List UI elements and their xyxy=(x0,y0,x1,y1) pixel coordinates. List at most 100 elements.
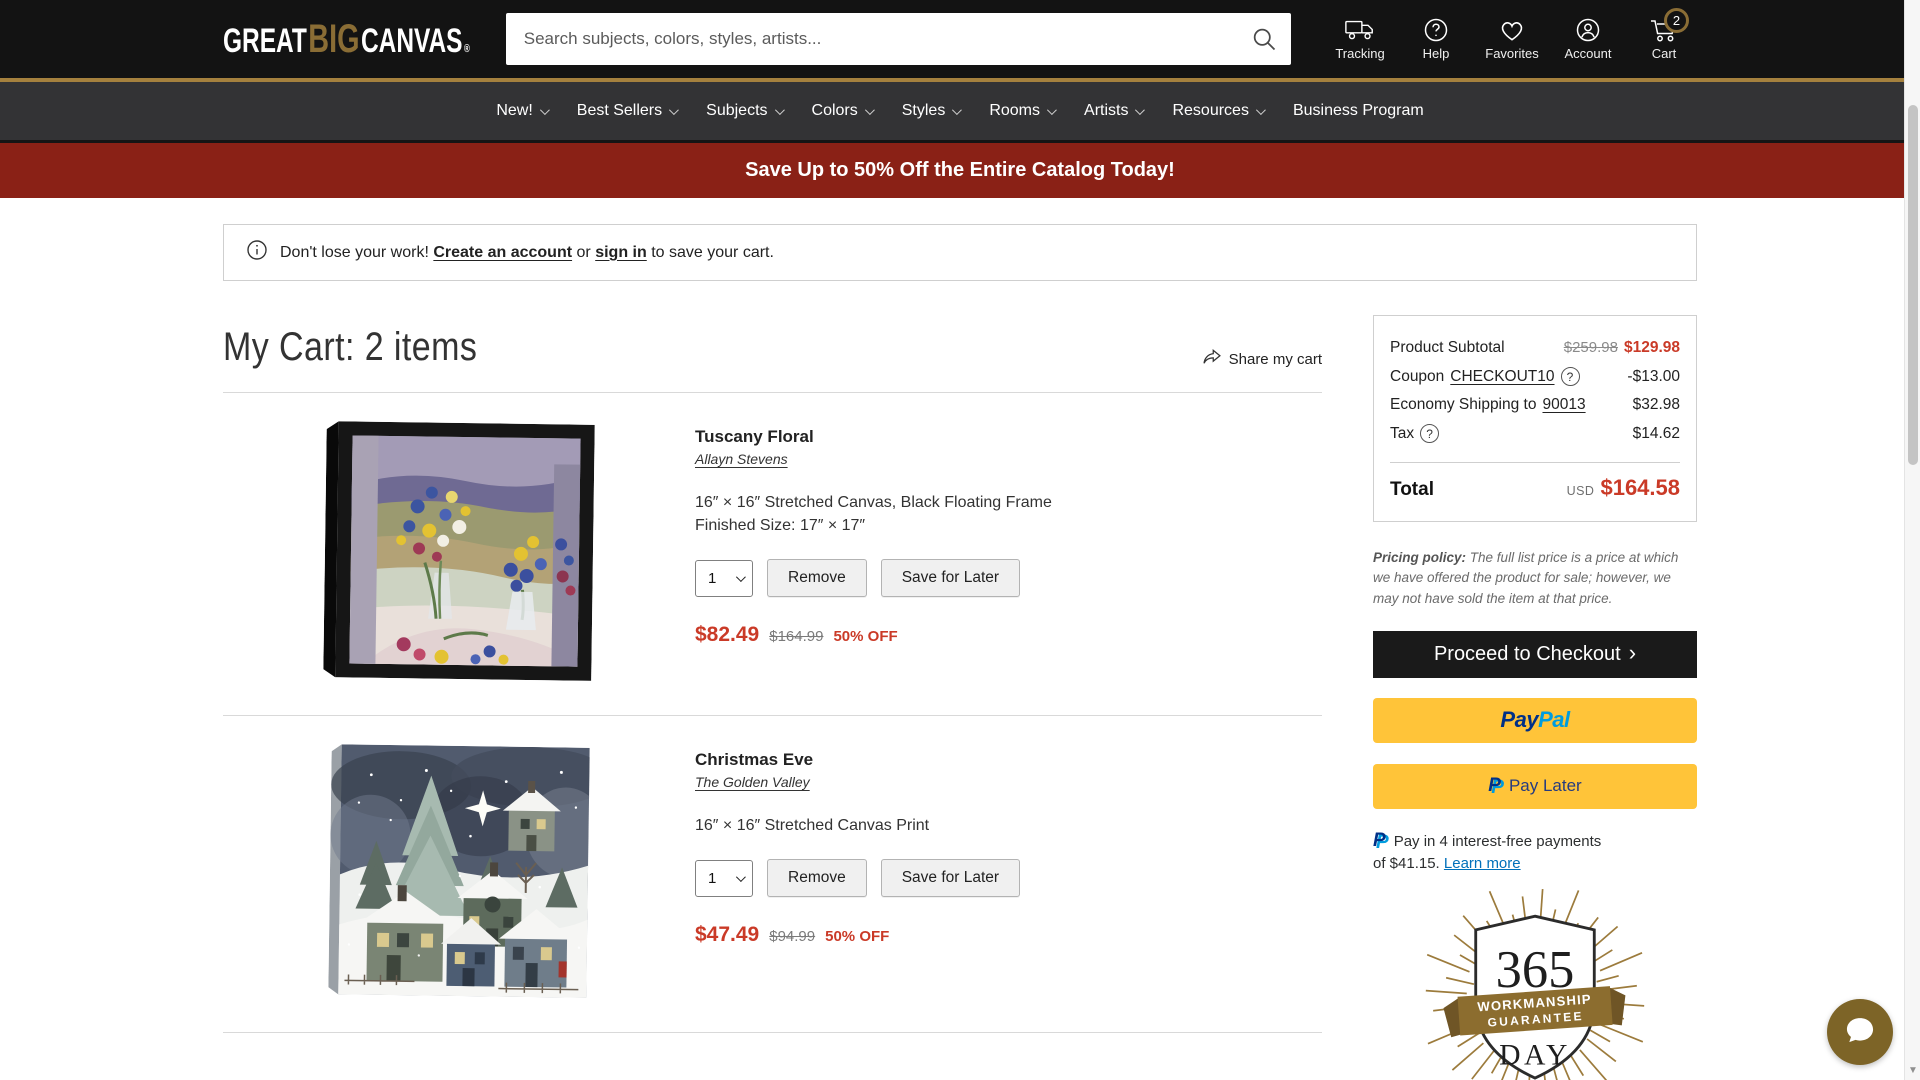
discount-badge: 50% OFF xyxy=(833,628,897,645)
list-price: $164.99 xyxy=(769,628,823,645)
tracking-button[interactable]: Tracking xyxy=(1327,17,1393,61)
search-button[interactable] xyxy=(1247,23,1281,57)
coupon-label: Coupon xyxy=(1390,368,1444,386)
main-navigation: New! Best Sellers Subjects Colors Styles… xyxy=(0,78,1920,140)
subtotal-value: $129.98 xyxy=(1624,339,1680,356)
coupon-help-icon[interactable]: ? xyxy=(1561,367,1580,386)
coupon-code-link[interactable]: CHECKOUT10 xyxy=(1450,368,1554,386)
account-button[interactable]: Account xyxy=(1555,17,1621,61)
search-icon xyxy=(1250,41,1278,56)
chevron-down-icon xyxy=(774,105,784,115)
sign-in-link[interactable]: sign in xyxy=(595,244,647,261)
product-image-cell xyxy=(223,744,695,996)
chevron-down-icon xyxy=(1256,105,1266,115)
share-icon xyxy=(1202,348,1222,370)
scrollbar-thumb[interactable] xyxy=(1908,105,1918,465)
shipping-zip-link[interactable]: 90013 xyxy=(1542,396,1585,414)
discount-badge: 50% OFF xyxy=(825,928,889,945)
scrollbar: ▼ xyxy=(1904,0,1920,1080)
paypal-logo: PayPal xyxy=(1500,707,1569,733)
nav-item-artists[interactable]: Artists xyxy=(1084,102,1142,120)
workmanship-guarantee-badge: 365 WORKMANSHIP GUARANTEE DAY xyxy=(1373,882,1697,1080)
nav-item-styles[interactable]: Styles xyxy=(902,102,960,120)
subtotal-list-price: $259.98 xyxy=(1564,339,1618,356)
share-cart-button[interactable]: Share my cart xyxy=(1202,348,1322,370)
subtotal-label: Product Subtotal xyxy=(1390,339,1505,357)
order-summary-sidebar: Product Subtotal $259.98 $129.98 Coupon C… xyxy=(1373,315,1697,1080)
save-cart-notice: Don't lose your work! Create an account … xyxy=(223,224,1697,281)
product-image-christmas-eve[interactable] xyxy=(328,744,589,998)
cart-section: My Cart: 2 items Share my cart xyxy=(223,281,1322,1033)
product-name: Christmas Eve xyxy=(695,750,1322,770)
promo-text: Save Up to 50% Off the Entire Catalog To… xyxy=(745,159,1175,182)
quantity-select[interactable]: 1 xyxy=(695,560,753,597)
quantity-select[interactable]: 1 xyxy=(695,860,753,897)
badge-day: DAY xyxy=(1499,1040,1571,1072)
learn-more-link[interactable]: Learn more xyxy=(1444,855,1521,872)
chevron-down-icon xyxy=(736,872,746,882)
cart-item-tuscany-floral: Tuscany Floral Allayn Stevens 16″ × 16″ … xyxy=(223,393,1322,715)
total-label: Total xyxy=(1390,479,1434,501)
create-account-link[interactable]: Create an account xyxy=(433,244,572,261)
nav-item-business-program[interactable]: Business Program xyxy=(1293,102,1424,120)
cart-item-christmas-eve: Christmas Eve The Golden Valley 16″ × 16… xyxy=(223,716,1322,1032)
chat-button[interactable] xyxy=(1827,999,1893,1065)
header-actions: Tracking Help xyxy=(1327,17,1697,61)
info-icon xyxy=(246,239,268,266)
nav-item-rooms[interactable]: Rooms xyxy=(989,102,1054,120)
help-button[interactable]: Help xyxy=(1403,17,1469,61)
scrollbar-down-arrow[interactable]: ▼ xyxy=(1905,1065,1920,1076)
help-label: Help xyxy=(1423,46,1450,61)
tracking-label: Tracking xyxy=(1335,46,1384,61)
product-image-cell xyxy=(223,421,695,679)
cart-button[interactable]: 2 Cart xyxy=(1631,17,1697,61)
paypal-button[interactable]: PayPal xyxy=(1373,698,1697,743)
truck-icon xyxy=(1344,17,1376,43)
cart-label: Cart xyxy=(1652,46,1677,61)
nav-item-colors[interactable]: Colors xyxy=(812,102,872,120)
nav-item-new[interactable]: New! xyxy=(496,102,546,120)
remove-button[interactable]: Remove xyxy=(767,559,867,597)
logo-great: GREAT xyxy=(223,22,307,61)
tax-help-icon[interactable]: ? xyxy=(1420,424,1439,443)
save-for-later-button[interactable]: Save for Later xyxy=(881,859,1020,897)
paypal-p-icon: PP xyxy=(1488,777,1501,796)
chevron-down-icon xyxy=(865,105,875,115)
promo-banner[interactable]: Save Up to 50% Off the Entire Catalog To… xyxy=(0,140,1920,198)
sale-price: $47.49 xyxy=(695,923,759,947)
proceed-to-checkout-button[interactable]: Proceed to Checkout › xyxy=(1373,631,1697,678)
chevron-down-icon xyxy=(669,105,679,115)
product-description: 16″ × 16″ Stretched Canvas Print xyxy=(695,814,1322,837)
cart-count-badge: 2 xyxy=(1664,8,1689,33)
pricing-policy: Pricing policy: The full list price is a… xyxy=(1373,548,1697,609)
nav-item-best-sellers[interactable]: Best Sellers xyxy=(577,102,676,120)
total-value: $164.58 xyxy=(1600,475,1680,501)
remove-button[interactable]: Remove xyxy=(767,859,867,897)
search-input[interactable] xyxy=(506,13,1291,65)
chevron-down-icon xyxy=(1135,105,1145,115)
page: GREATBIGCANVAS® xyxy=(0,0,1920,1080)
logo-canvas: CANVAS xyxy=(361,22,463,61)
favorites-button[interactable]: Favorites xyxy=(1479,17,1545,61)
account-icon xyxy=(1575,17,1601,43)
chevron-right-icon: › xyxy=(1629,640,1636,666)
artist-link[interactable]: Allayn Stevens xyxy=(695,451,788,467)
nav-item-subjects[interactable]: Subjects xyxy=(706,102,781,120)
nav-item-resources[interactable]: Resources xyxy=(1172,102,1262,120)
pay-in-4-note: PP Pay in 4 interest-free payments of $4… xyxy=(1373,831,1697,875)
chat-bubble-icon xyxy=(1841,1011,1879,1054)
sale-price: $82.49 xyxy=(695,623,759,647)
notice-text: Don't lose your work! Create an account … xyxy=(280,244,774,262)
page-title: My Cart: 2 items xyxy=(223,325,477,370)
product-image-tuscany-floral[interactable] xyxy=(323,421,595,681)
artist-link[interactable]: The Golden Valley xyxy=(695,774,810,790)
paypal-pay-later-button[interactable]: PP Pay Later xyxy=(1373,764,1697,809)
brand-logo[interactable]: GREATBIGCANVAS® xyxy=(223,17,470,62)
heart-icon xyxy=(1498,17,1526,43)
save-for-later-button[interactable]: Save for Later xyxy=(881,559,1020,597)
chevron-down-icon xyxy=(952,105,962,115)
list-price: $94.99 xyxy=(769,928,815,945)
currency-code: USD xyxy=(1567,484,1595,498)
tax-value: $14.62 xyxy=(1633,425,1680,443)
divider xyxy=(223,1032,1322,1033)
